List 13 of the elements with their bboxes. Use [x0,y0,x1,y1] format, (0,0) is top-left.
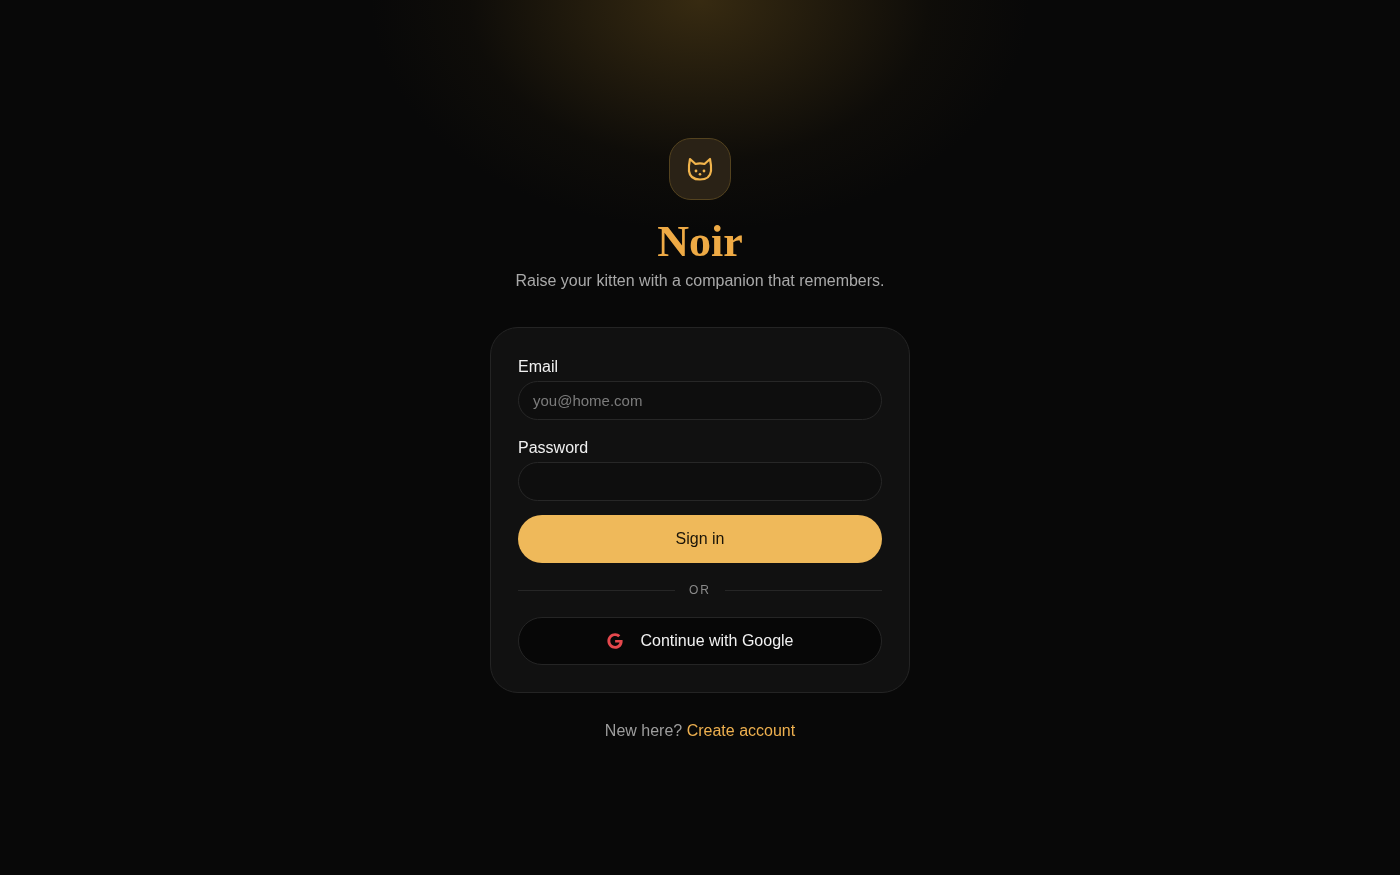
footer-text: New here? Create account [604,721,796,741]
cat-face-icon [686,156,714,182]
field-label: Email [518,357,559,377]
tagline: Raise your kitten with a companion that remembers. [515,271,885,291]
divider-text: OR [689,582,711,598]
sign-in-button[interactable]: Sign in [518,515,882,563]
google-sign-in-button[interactable]: Continue with Google [518,617,882,665]
input-field[interactable] [518,462,882,501]
app-title: Noir [657,216,743,268]
create-account-link[interactable]: Create account [686,722,796,739]
input-field[interactable]: you@home.com [518,381,882,420]
google-logo-icon [606,633,623,649]
field-label: Password [518,438,590,458]
